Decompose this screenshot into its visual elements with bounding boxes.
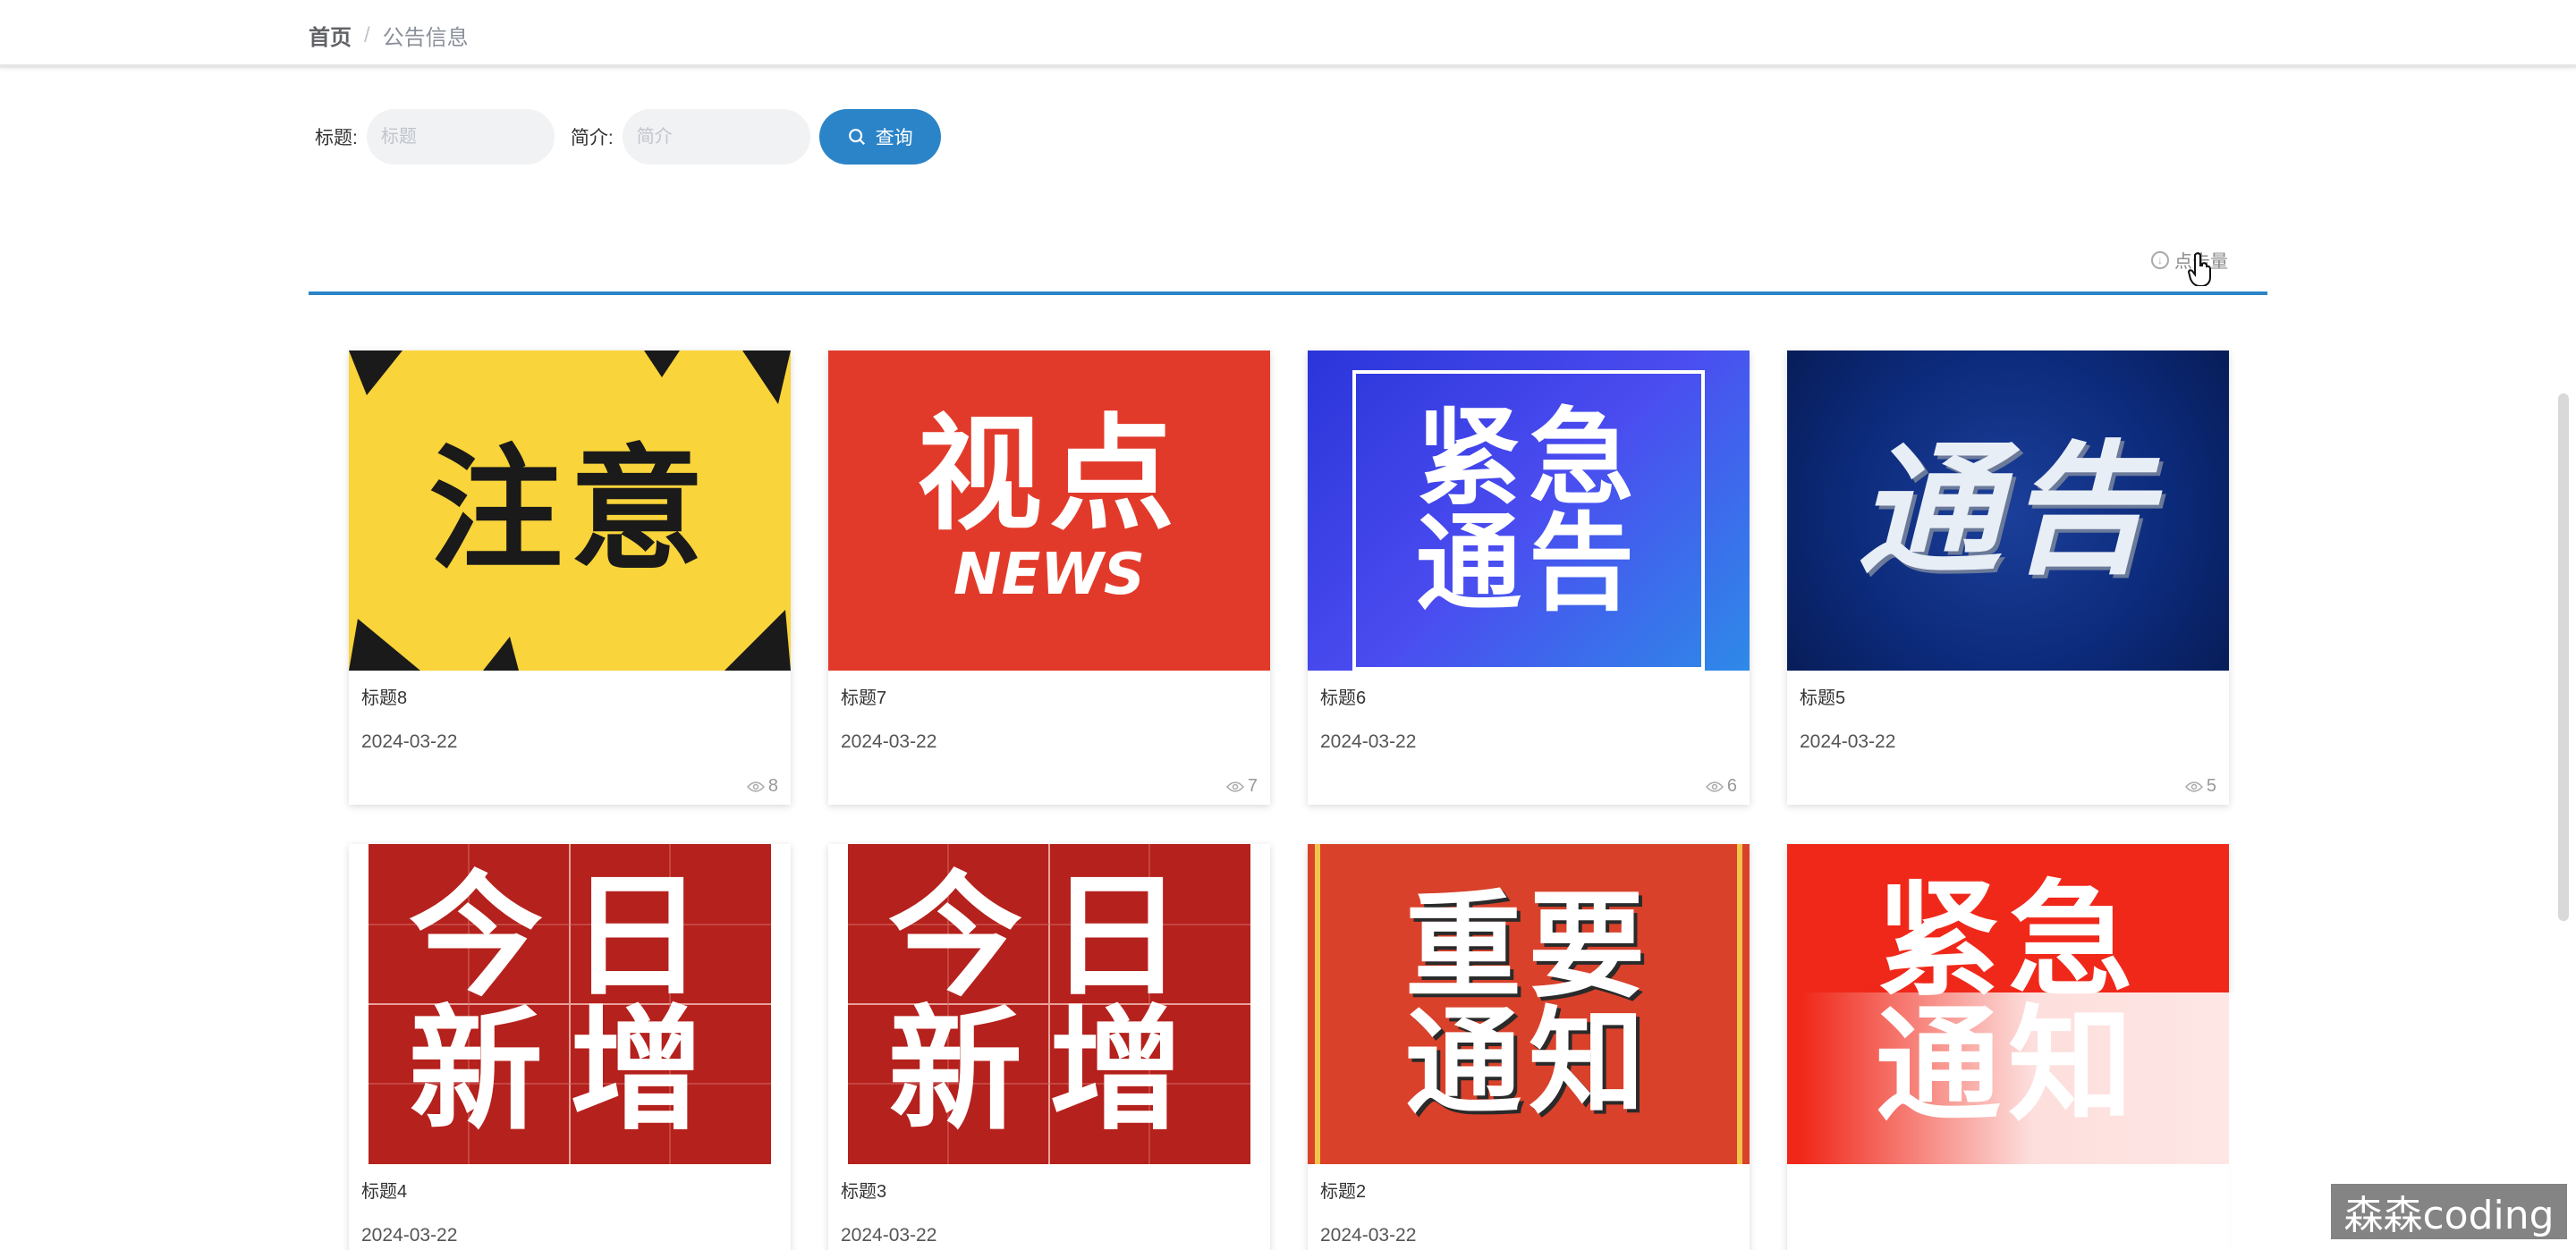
scrollbar-thumb[interactable]: [2558, 393, 2569, 921]
eye-icon: [1705, 781, 1724, 792]
eye-icon: [1225, 781, 1244, 792]
card-thumbnail: 通告: [1787, 351, 2229, 671]
card-views-count: 6: [1726, 776, 1737, 796]
card-image-text: 今日 新增: [887, 859, 1210, 1149]
hand-cursor-icon: [2188, 252, 2211, 286]
card-date: 2024-03-22: [841, 1225, 937, 1246]
card-title: 标题6: [1320, 688, 1367, 708]
card-views: 5: [2184, 776, 2216, 797]
card-title: 标题4: [361, 1182, 408, 1202]
card-date: 2024-03-22: [841, 731, 937, 752]
title-label: 标题:: [315, 128, 358, 148]
card-title: 标题5: [1800, 688, 1846, 708]
card-date: 2024-03-22: [361, 1225, 458, 1246]
breadcrumb-current: 公告信息: [382, 26, 469, 50]
card-date: 2024-03-22: [1320, 731, 1417, 752]
card-image-text: 今日 新增: [408, 859, 731, 1149]
card-title: 标题7: [841, 688, 887, 708]
watermark: 森森coding: [2331, 1184, 2567, 1239]
breadcrumb: 首页 / 公告信息: [309, 20, 469, 51]
card-views-count: 8: [767, 776, 778, 796]
card-thumbnail: 视点 NEWS: [828, 351, 1270, 671]
grid-paper: 今日 新增: [369, 844, 771, 1164]
card-image-text: 通告: [1857, 427, 2158, 594]
announcement-card[interactable]: 视点 NEWS 标题7 2024-03-22 7: [828, 351, 1270, 805]
announcement-card[interactable]: 今日 新增 标题4 2024-03-22: [349, 844, 791, 1250]
card-thumbnail: 今日 新增: [349, 844, 791, 1164]
eye-icon: [2184, 781, 2203, 792]
announcement-card[interactable]: 通告 标题5 2024-03-22 5: [1787, 351, 2229, 805]
announcement-card[interactable]: 紧急 通告 标题6 2024-03-22 6: [1308, 351, 1750, 805]
card-image-text: 注意: [428, 433, 711, 588]
gold-stripe-right: [1737, 844, 1742, 1164]
card-thumbnail: 紧急 通告: [1308, 351, 1750, 671]
card-title: 标题3: [841, 1182, 887, 1202]
card-views-count: 7: [1247, 776, 1258, 796]
top-bar: 首页 / 公告信息: [0, 0, 2576, 68]
gold-stripe-left: [1315, 844, 1320, 1164]
card-thumbnail: 今日 新增: [828, 844, 1270, 1164]
card-image-text: 视点: [916, 402, 1182, 548]
announcement-card[interactable]: 今日 新增 标题3 2024-03-22: [828, 844, 1270, 1250]
sort-icon: ↓: [2151, 250, 2169, 269]
card-thumbnail: 注意: [349, 351, 791, 671]
intro-input[interactable]: [622, 109, 810, 165]
card-date: 2024-03-22: [1320, 1225, 1417, 1246]
card-date: 2024-03-22: [361, 731, 458, 752]
card-image-text: 重要 通知: [1404, 878, 1652, 1130]
sort-bar: ↓ 点击量: [309, 241, 2267, 295]
card-views: 8: [746, 776, 778, 797]
breadcrumb-separator: /: [364, 22, 370, 47]
intro-label: 简介:: [570, 128, 614, 148]
query-button[interactable]: 查询: [818, 109, 941, 165]
search-icon: [848, 129, 865, 146]
card-image-subtext: NEWS: [953, 542, 1145, 608]
announcement-card[interactable]: 注意 标题8 2024-03-22 8: [349, 351, 791, 805]
card-views: 6: [1705, 776, 1737, 797]
card-image-text: 紧急 通告: [1415, 396, 1641, 625]
query-button-label: 查询: [875, 128, 913, 148]
card-date: 2024-03-22: [1800, 731, 1896, 752]
breadcrumb-home[interactable]: 首页: [309, 20, 352, 51]
card-thumbnail: 重要 通知: [1308, 844, 1750, 1164]
card-views-count: 5: [2206, 776, 2216, 796]
card-title: 标题8: [361, 688, 408, 708]
grid-paper: 今日 新增: [848, 844, 1250, 1164]
card-views: 7: [1225, 776, 1258, 797]
announcement-card[interactable]: 重要 通知 标题2 2024-03-22: [1308, 844, 1750, 1250]
card-title: 标题2: [1320, 1182, 1367, 1202]
title-input[interactable]: [366, 109, 555, 165]
search-form: 标题: 简介: 查询: [315, 109, 941, 165]
eye-icon: [746, 781, 765, 792]
